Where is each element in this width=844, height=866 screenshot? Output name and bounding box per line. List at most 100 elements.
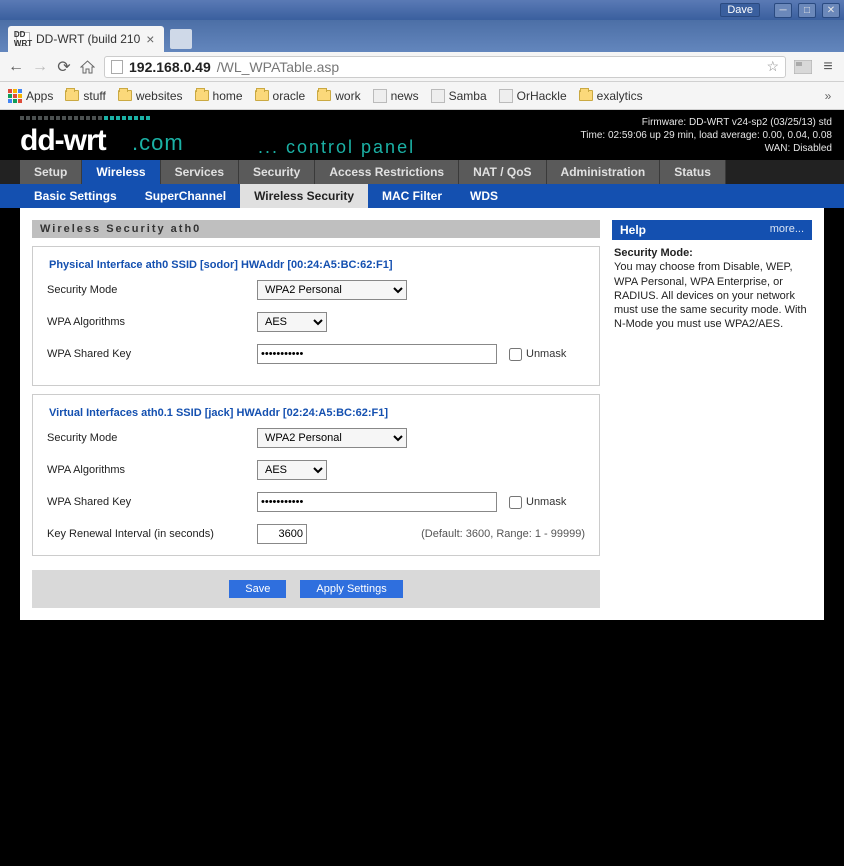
help-more-link[interactable]: more... [770, 223, 804, 237]
unmask-control[interactable]: Unmask [509, 496, 566, 509]
wpa-algo-label: WPA Algorithms [47, 464, 257, 476]
svg-text:.com: .com [132, 130, 184, 155]
bookmark-home[interactable]: home [195, 89, 243, 103]
unmask-checkbox[interactable] [509, 496, 522, 509]
help-header: Help more... [612, 220, 812, 240]
wpa-algo-select[interactable]: AES [257, 460, 327, 480]
bookmark-label: exalytics [597, 89, 643, 103]
help-column: Help more... Security Mode: You may choo… [612, 220, 812, 608]
unmask-control[interactable]: Unmask [509, 348, 566, 361]
browser-toolbar: ← → ⟳ 192.168.0.49/WL_WPATable.asp ☆ ≡ [0, 52, 844, 82]
reload-button[interactable]: ⟳ [56, 57, 72, 77]
page-header: dd-wrt .com ... control panel Firmware: … [0, 110, 844, 160]
bookmark-star-icon[interactable]: ☆ [766, 58, 779, 75]
firmware-line: Firmware: DD-WRT v24-sp2 (03/25/13) std [581, 116, 832, 129]
close-button[interactable]: ✕ [822, 3, 840, 18]
key-renewal-hint: (Default: 3600, Range: 1 - 99999) [421, 528, 585, 540]
help-title: Help [620, 223, 646, 237]
security-mode-select[interactable]: WPA2 Personal [257, 280, 407, 300]
browser-tabstrip: DD WRT DD-WRT (build 210 × [0, 20, 844, 52]
help-text: You may choose from Disable, WEP, WPA Pe… [614, 260, 810, 331]
shared-key-input[interactable] [257, 492, 497, 512]
shared-key-input[interactable] [257, 344, 497, 364]
bookmark-websites[interactable]: websites [118, 89, 183, 103]
bookmark-oracle[interactable]: oracle [255, 89, 306, 103]
save-button[interactable]: Save [229, 580, 286, 598]
nav-setup[interactable]: Setup [20, 160, 82, 184]
home-button[interactable] [80, 60, 96, 74]
svg-text:dd-wrt: dd-wrt [20, 124, 107, 157]
folder-icon [317, 90, 331, 101]
subnav-superchannel[interactable]: SuperChannel [131, 184, 240, 208]
extension-icon[interactable] [794, 60, 812, 74]
folder-icon [579, 90, 593, 101]
bookmark-label: news [391, 89, 419, 103]
nav-access-restrictions[interactable]: Access Restrictions [315, 160, 459, 184]
main-nav: Setup Wireless Services Security Access … [0, 160, 844, 184]
bookmark-news[interactable]: news [373, 89, 419, 103]
security-mode-select[interactable]: WPA2 Personal [257, 428, 407, 448]
unmask-checkbox[interactable] [509, 348, 522, 361]
url-bar[interactable]: 192.168.0.49/WL_WPATable.asp ☆ [104, 56, 786, 78]
key-renewal-input[interactable] [257, 524, 307, 544]
subnav-mac-filter[interactable]: MAC Filter [368, 184, 456, 208]
bookmark-work[interactable]: work [317, 89, 360, 103]
subnav-basic-settings[interactable]: Basic Settings [20, 184, 131, 208]
help-heading: Security Mode: [614, 246, 810, 260]
tab-favicon: DD WRT [16, 32, 30, 46]
nav-administration[interactable]: Administration [547, 160, 661, 184]
tab-close-icon[interactable]: × [146, 31, 154, 47]
window-titlebar: Dave ─ □ ✕ [0, 0, 844, 20]
shared-key-label: WPA Shared Key [47, 496, 257, 508]
samba-icon [431, 89, 445, 103]
page-body: dd-wrt .com ... control panel Firmware: … [0, 110, 844, 620]
header-status: Firmware: DD-WRT v24-sp2 (03/25/13) std … [581, 116, 832, 155]
unmask-label: Unmask [526, 348, 566, 360]
bookmark-apps[interactable]: Apps [8, 89, 53, 103]
bookmark-label: websites [136, 89, 183, 103]
wan-line: WAN: Disabled [581, 142, 832, 155]
nav-security[interactable]: Security [239, 160, 315, 184]
maximize-button[interactable]: □ [798, 3, 816, 18]
browser-tab[interactable]: DD WRT DD-WRT (build 210 × [8, 26, 164, 52]
section-title: Wireless Security ath0 [32, 220, 600, 238]
unmask-label: Unmask [526, 496, 566, 508]
content: Wireless Security ath0 Physical Interfac… [20, 208, 824, 620]
minimize-button[interactable]: ─ [774, 3, 792, 18]
bookmark-exalytics[interactable]: exalytics [579, 89, 643, 103]
page-icon [111, 60, 123, 74]
user-badge: Dave [720, 3, 760, 17]
nav-wireless[interactable]: Wireless [82, 160, 160, 184]
new-tab-button[interactable] [170, 29, 192, 49]
security-mode-label: Security Mode [47, 284, 257, 296]
bookmark-samba[interactable]: Samba [431, 89, 487, 103]
bookmark-label: home [213, 89, 243, 103]
wpa-algo-select[interactable]: AES [257, 312, 327, 332]
forward-button[interactable]: → [32, 58, 48, 76]
news-icon [373, 89, 387, 103]
bookmark-label: oracle [273, 89, 306, 103]
bookmark-overflow-icon[interactable]: » [820, 89, 836, 103]
subnav-wireless-security[interactable]: Wireless Security [240, 184, 368, 208]
site-logo: dd-wrt .com ... control panel [20, 116, 415, 158]
url-path: /WL_WPATable.asp [217, 59, 339, 75]
nav-nat-qos[interactable]: NAT / QoS [459, 160, 546, 184]
apply-settings-button[interactable]: Apply Settings [300, 580, 402, 598]
wpa-algo-label: WPA Algorithms [47, 316, 257, 328]
main-column: Wireless Security ath0 Physical Interfac… [32, 220, 600, 608]
nav-status[interactable]: Status [660, 160, 726, 184]
bookmark-orhackle[interactable]: OrHackle [499, 89, 567, 103]
control-panel-label: ... control panel [258, 137, 415, 158]
bookmark-label: Apps [26, 89, 53, 103]
ddwrt-logo-svg: dd-wrt .com [20, 124, 240, 158]
help-body: Security Mode: You may choose from Disab… [612, 240, 812, 338]
folder-icon [255, 90, 269, 101]
nav-services[interactable]: Services [161, 160, 239, 184]
apps-grid-icon [8, 89, 22, 103]
orhackle-icon [499, 89, 513, 103]
menu-button[interactable]: ≡ [820, 58, 836, 76]
subnav-wds[interactable]: WDS [456, 184, 512, 208]
bookmark-label: OrHackle [517, 89, 567, 103]
back-button[interactable]: ← [8, 58, 24, 76]
bookmark-stuff[interactable]: stuff [65, 89, 105, 103]
